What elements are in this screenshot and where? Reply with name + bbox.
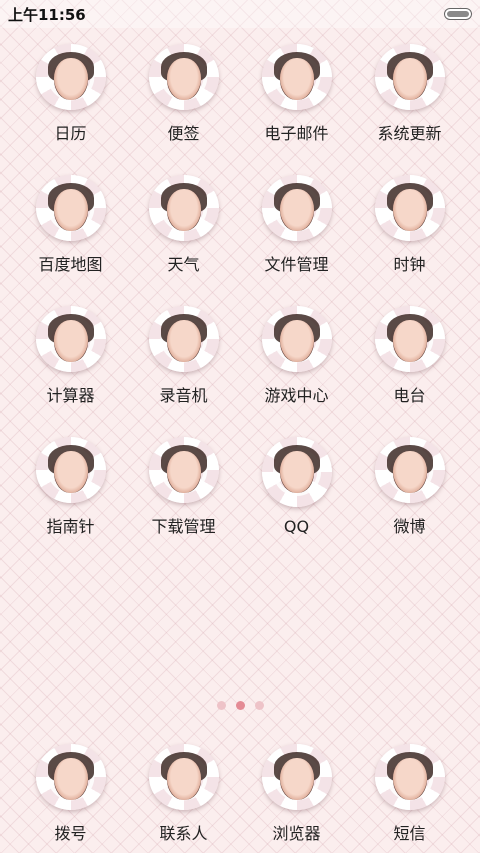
app-label: 指南针 — [46, 517, 95, 536]
app-label: 联系人 — [159, 824, 208, 843]
app-label: 计算器 — [46, 386, 95, 405]
sms-icon[interactable] — [374, 744, 445, 810]
qq-icon[interactable] — [261, 437, 332, 507]
dialer-icon[interactable] — [35, 744, 106, 810]
app-label: 系统更新 — [377, 124, 442, 143]
radio-icon[interactable] — [374, 306, 445, 372]
app-label: 时钟 — [393, 255, 426, 274]
app-calendar[interactable]: 日历 — [14, 40, 127, 144]
app-game-center[interactable]: 游戏中心 — [240, 302, 353, 406]
app-clock[interactable]: 时钟 — [353, 171, 466, 275]
email-icon[interactable] — [261, 44, 332, 110]
contacts-icon[interactable] — [148, 744, 219, 810]
baidu-map-icon[interactable] — [35, 175, 106, 241]
app-label: 百度地图 — [38, 255, 103, 274]
app-label: 天气 — [167, 255, 200, 274]
battery-icon — [444, 8, 472, 20]
weather-icon[interactable] — [148, 175, 219, 241]
calculator-icon[interactable] — [35, 306, 106, 372]
app-system-update[interactable]: 系统更新 — [353, 40, 466, 144]
dock-dialer[interactable]: 拨号 — [14, 740, 127, 844]
dock-sms[interactable]: 短信 — [353, 740, 466, 844]
app-baidu-map[interactable]: 百度地图 — [14, 171, 127, 275]
calendar-icon[interactable] — [35, 44, 106, 110]
app-label: 文件管理 — [264, 255, 329, 274]
app-download-manager[interactable]: 下载管理 — [127, 433, 240, 537]
file-manager-icon[interactable] — [261, 175, 332, 241]
app-label: 录音机 — [159, 386, 208, 405]
app-label: 微博 — [393, 517, 426, 536]
system-update-icon[interactable] — [374, 44, 445, 110]
app-compass[interactable]: 指南针 — [14, 433, 127, 537]
app-label: 日历 — [54, 124, 87, 143]
page-dot[interactable] — [216, 701, 226, 710]
game-center-icon[interactable] — [261, 306, 332, 372]
compass-icon[interactable] — [35, 437, 106, 503]
app-label: 浏览器 — [272, 824, 321, 843]
app-weather[interactable]: 天气 — [127, 171, 240, 275]
app-calculator[interactable]: 计算器 — [14, 302, 127, 406]
app-grid: 日历 便签 电子邮件 系统更新 百度地图 天气 文件管理 时钟 计算器 录音机 … — [0, 40, 480, 537]
app-label: 下载管理 — [151, 517, 216, 536]
notes-icon[interactable] — [148, 44, 219, 110]
status-bar: 上午11:56 — [0, 0, 480, 28]
recorder-icon[interactable] — [148, 306, 219, 372]
app-weibo[interactable]: 微博 — [353, 433, 466, 537]
app-notes[interactable]: 便签 — [127, 40, 240, 144]
app-email[interactable]: 电子邮件 — [240, 40, 353, 144]
weibo-icon[interactable] — [374, 437, 445, 503]
dock-browser[interactable]: 浏览器 — [240, 740, 353, 844]
page-dot[interactable] — [254, 701, 264, 710]
app-label: QQ — [283, 517, 310, 536]
page-indicator — [0, 701, 480, 710]
app-file-manager[interactable]: 文件管理 — [240, 171, 353, 275]
app-radio[interactable]: 电台 — [353, 302, 466, 406]
download-manager-icon[interactable] — [148, 437, 219, 503]
page-dot-active[interactable] — [235, 701, 245, 710]
dock: 拨号 联系人 浏览器 短信 — [0, 740, 480, 844]
app-label: 电台 — [393, 386, 426, 405]
app-label: 短信 — [393, 824, 426, 843]
browser-icon[interactable] — [261, 744, 332, 810]
dock-contacts[interactable]: 联系人 — [127, 740, 240, 844]
app-label: 电子邮件 — [264, 124, 329, 143]
app-label: 游戏中心 — [264, 386, 329, 405]
clock-icon[interactable] — [374, 175, 445, 241]
app-label: 拨号 — [54, 824, 87, 843]
app-recorder[interactable]: 录音机 — [127, 302, 240, 406]
status-time: 上午11:56 — [8, 6, 86, 24]
app-label: 便签 — [167, 124, 200, 143]
app-qq[interactable]: QQ — [240, 433, 353, 537]
